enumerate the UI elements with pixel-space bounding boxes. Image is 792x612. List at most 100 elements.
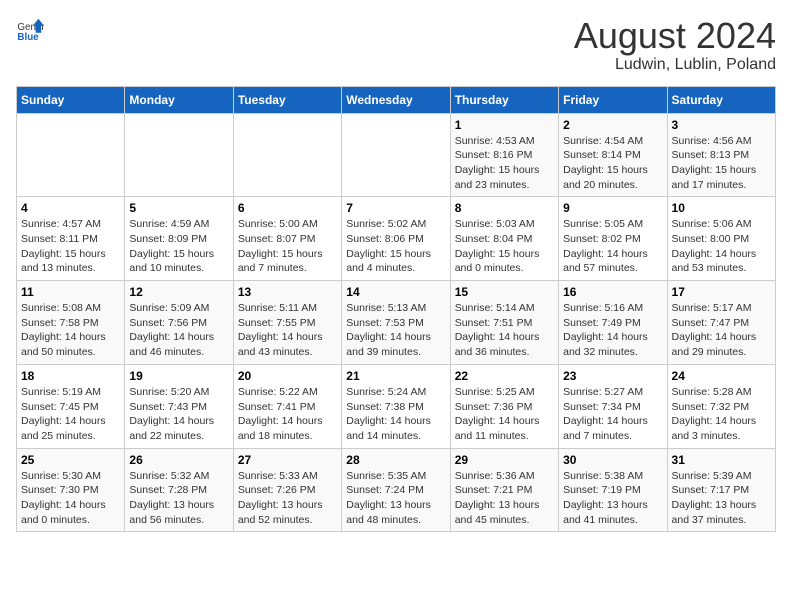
calendar-cell: 15 Sunrise: 5:14 AM Sunset: 7:51 PM Dayli… <box>450 281 558 365</box>
day-number: 20 <box>238 369 337 383</box>
calendar-cell: 12Sunrise: 5:09 AM Sunset: 7:56 PM Dayli… <box>125 281 233 365</box>
title-block: August 2024 Ludwin, Lublin, Poland <box>574 16 776 74</box>
calendar-cell: 18Sunrise: 5:19 AM Sunset: 7:45 PM Dayli… <box>17 364 125 448</box>
day-number: 29 <box>455 453 554 467</box>
calendar-cell <box>125 113 233 197</box>
page-subtitle: Ludwin, Lublin, Poland <box>574 56 776 74</box>
page-header: General Blue August 2024 Ludwin, Lublin,… <box>16 16 776 74</box>
calendar-header-row: SundayMondayTuesdayWednesdayThursdayFrid… <box>17 86 776 113</box>
day-number: 25 <box>21 453 120 467</box>
calendar-cell: 8 Sunrise: 5:03 AM Sunset: 8:04 PM Daylig… <box>450 197 558 281</box>
day-info: Sunrise: 5:05 AM Sunset: 8:02 PM Dayligh… <box>563 217 662 276</box>
day-number: 6 <box>238 201 337 215</box>
day-number: 2 <box>563 118 662 132</box>
calendar-cell: 4 Sunrise: 4:57 AM Sunset: 8:11 PM Daylig… <box>17 197 125 281</box>
column-header-sunday: Sunday <box>17 86 125 113</box>
calendar-cell: 10 Sunrise: 5:06 AM Sunset: 8:00 PM Dayli… <box>667 197 775 281</box>
day-number: 21 <box>346 369 445 383</box>
column-header-monday: Monday <box>125 86 233 113</box>
day-info: Sunrise: 5:25 AM Sunset: 7:36 PM Dayligh… <box>455 385 554 444</box>
calendar-cell: 29 Sunrise: 5:36 AM Sunset: 7:21 PM Dayli… <box>450 448 558 532</box>
calendar-cell: 22 Sunrise: 5:25 AM Sunset: 7:36 PM Dayli… <box>450 364 558 448</box>
calendar-cell: 25 Sunrise: 5:30 AM Sunset: 7:30 PM Dayli… <box>17 448 125 532</box>
calendar-cell: 6Sunrise: 5:00 AM Sunset: 8:07 PM Daylig… <box>233 197 341 281</box>
calendar-cell: 3 Sunrise: 4:56 AM Sunset: 8:13 PM Daylig… <box>667 113 775 197</box>
calendar-cell: 26 Sunrise: 5:32 AM Sunset: 7:28 PM Dayli… <box>125 448 233 532</box>
day-info: Sunrise: 5:16 AM Sunset: 7:49 PM Dayligh… <box>563 301 662 360</box>
calendar-cell <box>17 113 125 197</box>
day-number: 22 <box>455 369 554 383</box>
calendar-cell <box>233 113 341 197</box>
day-number: 4 <box>21 201 120 215</box>
calendar-week-4: 18Sunrise: 5:19 AM Sunset: 7:45 PM Dayli… <box>17 364 776 448</box>
calendar-cell: 2 Sunrise: 4:54 AM Sunset: 8:14 PM Daylig… <box>559 113 667 197</box>
day-number: 13 <box>238 285 337 299</box>
day-info: Sunrise: 5:24 AM Sunset: 7:38 PM Dayligh… <box>346 385 445 444</box>
day-info: Sunrise: 5:30 AM Sunset: 7:30 PM Dayligh… <box>21 469 120 528</box>
day-info: Sunrise: 4:56 AM Sunset: 8:13 PM Dayligh… <box>672 134 771 193</box>
column-header-saturday: Saturday <box>667 86 775 113</box>
day-info: Sunrise: 5:14 AM Sunset: 7:51 PM Dayligh… <box>455 301 554 360</box>
day-info: Sunrise: 5:28 AM Sunset: 7:32 PM Dayligh… <box>672 385 771 444</box>
day-info: Sunrise: 5:39 AM Sunset: 7:17 PM Dayligh… <box>672 469 771 528</box>
calendar-week-1: 1 Sunrise: 4:53 AM Sunset: 8:16 PM Daylig… <box>17 113 776 197</box>
day-info: Sunrise: 5:22 AM Sunset: 7:41 PM Dayligh… <box>238 385 337 444</box>
day-number: 19 <box>129 369 228 383</box>
day-number: 7 <box>346 201 445 215</box>
calendar-body: 1 Sunrise: 4:53 AM Sunset: 8:16 PM Daylig… <box>17 113 776 532</box>
calendar-cell: 23 Sunrise: 5:27 AM Sunset: 7:34 PM Dayli… <box>559 364 667 448</box>
day-number: 17 <box>672 285 771 299</box>
day-number: 23 <box>563 369 662 383</box>
calendar-cell: 19 Sunrise: 5:20 AM Sunset: 7:43 PM Dayli… <box>125 364 233 448</box>
calendar-cell: 30 Sunrise: 5:38 AM Sunset: 7:19 PM Dayli… <box>559 448 667 532</box>
day-info: Sunrise: 5:36 AM Sunset: 7:21 PM Dayligh… <box>455 469 554 528</box>
day-info: Sunrise: 5:13 AM Sunset: 7:53 PM Dayligh… <box>346 301 445 360</box>
day-number: 15 <box>455 285 554 299</box>
calendar-cell: 17Sunrise: 5:17 AM Sunset: 7:47 PM Dayli… <box>667 281 775 365</box>
calendar-cell: 7Sunrise: 5:02 AM Sunset: 8:06 PM Daylig… <box>342 197 450 281</box>
day-info: Sunrise: 4:53 AM Sunset: 8:16 PM Dayligh… <box>455 134 554 193</box>
column-header-thursday: Thursday <box>450 86 558 113</box>
day-number: 31 <box>672 453 771 467</box>
day-number: 5 <box>129 201 228 215</box>
day-number: 3 <box>672 118 771 132</box>
calendar-week-3: 11 Sunrise: 5:08 AM Sunset: 7:58 PM Dayli… <box>17 281 776 365</box>
day-number: 9 <box>563 201 662 215</box>
calendar-cell: 21 Sunrise: 5:24 AM Sunset: 7:38 PM Dayli… <box>342 364 450 448</box>
svg-text:Blue: Blue <box>17 32 39 43</box>
column-header-wednesday: Wednesday <box>342 86 450 113</box>
day-number: 24 <box>672 369 771 383</box>
day-info: Sunrise: 5:11 AM Sunset: 7:55 PM Dayligh… <box>238 301 337 360</box>
calendar-cell: 24 Sunrise: 5:28 AM Sunset: 7:32 PM Dayli… <box>667 364 775 448</box>
day-info: Sunrise: 5:03 AM Sunset: 8:04 PM Dayligh… <box>455 217 554 276</box>
calendar-cell: 27 Sunrise: 5:33 AM Sunset: 7:26 PM Dayli… <box>233 448 341 532</box>
logo-icon: General Blue <box>16 16 44 44</box>
day-number: 8 <box>455 201 554 215</box>
day-info: Sunrise: 5:08 AM Sunset: 7:58 PM Dayligh… <box>21 301 120 360</box>
day-number: 16 <box>563 285 662 299</box>
day-number: 11 <box>21 285 120 299</box>
day-info: Sunrise: 5:06 AM Sunset: 8:00 PM Dayligh… <box>672 217 771 276</box>
day-number: 14 <box>346 285 445 299</box>
day-number: 28 <box>346 453 445 467</box>
day-number: 1 <box>455 118 554 132</box>
calendar-cell: 1 Sunrise: 4:53 AM Sunset: 8:16 PM Daylig… <box>450 113 558 197</box>
calendar-cell: 11 Sunrise: 5:08 AM Sunset: 7:58 PM Dayli… <box>17 281 125 365</box>
calendar-cell: 16 Sunrise: 5:16 AM Sunset: 7:49 PM Dayli… <box>559 281 667 365</box>
day-number: 10 <box>672 201 771 215</box>
day-number: 27 <box>238 453 337 467</box>
day-info: Sunrise: 4:57 AM Sunset: 8:11 PM Dayligh… <box>21 217 120 276</box>
calendar-table: SundayMondayTuesdayWednesdayThursdayFrid… <box>16 86 776 533</box>
day-info: Sunrise: 5:38 AM Sunset: 7:19 PM Dayligh… <box>563 469 662 528</box>
logo: General Blue <box>16 16 44 44</box>
day-info: Sunrise: 5:20 AM Sunset: 7:43 PM Dayligh… <box>129 385 228 444</box>
day-number: 30 <box>563 453 662 467</box>
day-info: Sunrise: 5:32 AM Sunset: 7:28 PM Dayligh… <box>129 469 228 528</box>
day-info: Sunrise: 5:35 AM Sunset: 7:24 PM Dayligh… <box>346 469 445 528</box>
calendar-cell: 9 Sunrise: 5:05 AM Sunset: 8:02 PM Daylig… <box>559 197 667 281</box>
day-info: Sunrise: 5:27 AM Sunset: 7:34 PM Dayligh… <box>563 385 662 444</box>
day-info: Sunrise: 5:33 AM Sunset: 7:26 PM Dayligh… <box>238 469 337 528</box>
day-info: Sunrise: 4:54 AM Sunset: 8:14 PM Dayligh… <box>563 134 662 193</box>
column-header-tuesday: Tuesday <box>233 86 341 113</box>
day-number: 26 <box>129 453 228 467</box>
